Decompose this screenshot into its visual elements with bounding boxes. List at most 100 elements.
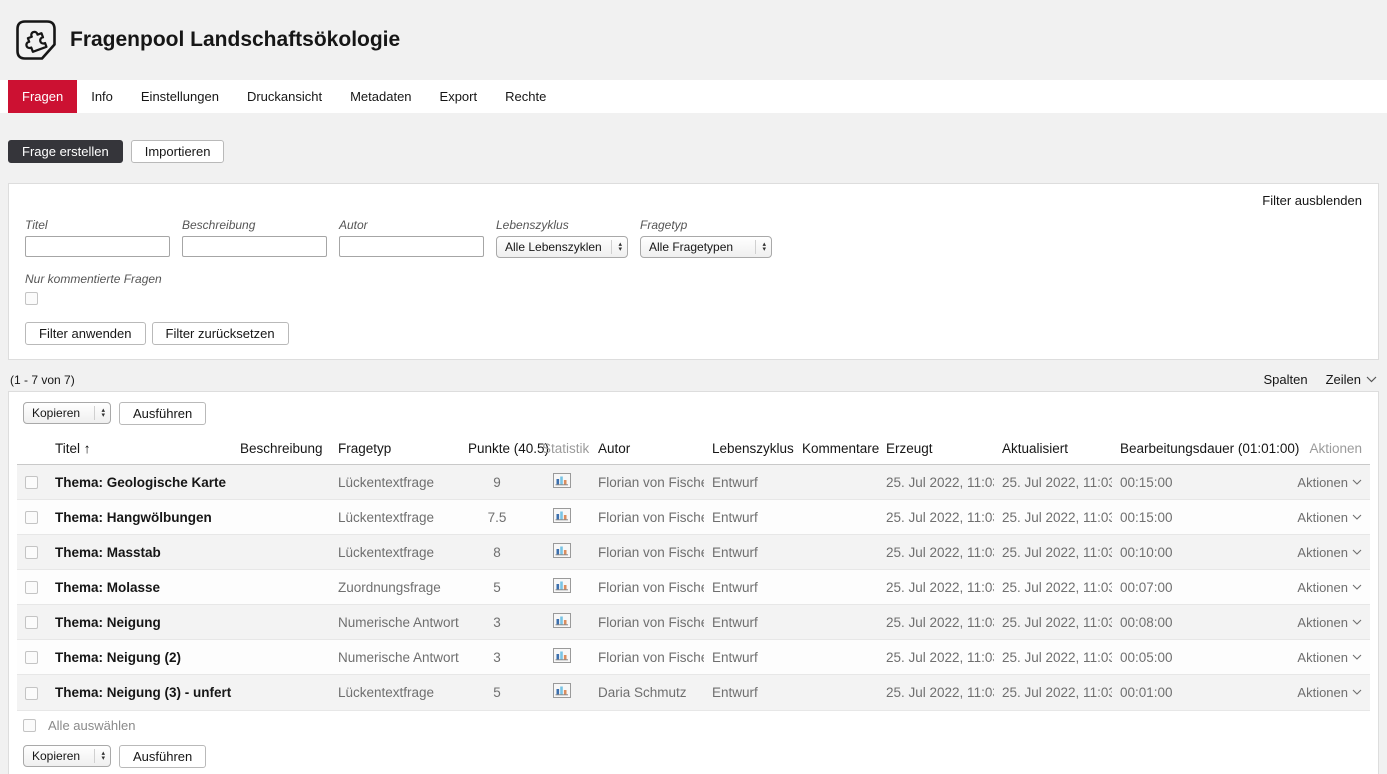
statistics-icon[interactable]: [553, 473, 571, 488]
tab-metadaten[interactable]: Metadaten: [336, 80, 425, 113]
bulk-action-select-top[interactable]: Kopieren ▴▾: [23, 402, 111, 424]
tab-druckansicht[interactable]: Druckansicht: [233, 80, 336, 113]
row-actions-label: Aktionen: [1297, 685, 1348, 700]
columns-dropdown[interactable]: Spalten: [1263, 372, 1307, 387]
header-aktualisiert[interactable]: Aktualisiert: [994, 433, 1112, 465]
header-aktionen: Aktionen: [1288, 433, 1370, 465]
row-checkbox[interactable]: [25, 476, 38, 489]
row-actions-dropdown[interactable]: Aktionen: [1297, 510, 1362, 525]
table-row: Thema: Masstab Lückentextfrage 8 Florian…: [17, 535, 1370, 570]
select-value: Alle Lebenszyklen: [505, 240, 602, 254]
filter-hide-link[interactable]: Filter ausblenden: [1262, 193, 1362, 208]
header-bearbeitungsdauer[interactable]: Bearbeitungsdauer (01:01:00): [1112, 433, 1288, 465]
row-checkbox[interactable]: [25, 511, 38, 524]
table-row: Thema: Neigung (2) Numerische Antwort 3 …: [17, 640, 1370, 675]
question-title-link[interactable]: Thema: Molasse: [47, 570, 232, 605]
cell-beschreibung: [232, 465, 330, 500]
select-all-checkbox[interactable]: [23, 719, 36, 732]
cell-kommentare: [794, 535, 878, 570]
header-punkte[interactable]: Punkte (40.5): [460, 433, 534, 465]
bulk-controls-bottom: Kopieren ▴▾ Ausführen: [23, 745, 1370, 768]
statistics-icon[interactable]: [553, 648, 571, 663]
chevron-down-icon: [1352, 654, 1362, 660]
statistics-icon[interactable]: [553, 543, 571, 558]
filter-checkbox-kommentierte[interactable]: [25, 292, 38, 305]
question-title-link[interactable]: Thema: Neigung: [47, 605, 232, 640]
chevron-down-icon: [1352, 689, 1362, 695]
question-table-container: Kopieren ▴▾ Ausführen Titel ↑ Beschreibu…: [8, 391, 1379, 774]
rows-dropdown-label: Zeilen: [1326, 372, 1361, 387]
header-erzeugt[interactable]: Erzeugt: [878, 433, 994, 465]
chevron-down-icon: [1352, 584, 1362, 590]
row-checkbox[interactable]: [25, 651, 38, 664]
chevron-down-icon: [1352, 619, 1362, 625]
question-title-link[interactable]: Thema: Masstab: [47, 535, 232, 570]
bulk-action-select-bottom[interactable]: Kopieren ▴▾: [23, 745, 111, 767]
tab-einstellungen[interactable]: Einstellungen: [127, 80, 233, 113]
filter-select-lebenszyklus[interactable]: Alle Lebenszyklen ▴▾: [496, 236, 628, 258]
cell-punkte: 3: [460, 605, 534, 640]
cell-aktualisiert: 25. Jul 2022, 11:03: [994, 605, 1112, 640]
tab-info[interactable]: Info: [77, 80, 127, 113]
question-title-link[interactable]: Thema: Geologische Karte: [47, 465, 232, 500]
header-fragetyp[interactable]: Fragetyp: [330, 433, 460, 465]
rows-dropdown[interactable]: Zeilen: [1326, 372, 1377, 387]
header-checkbox-spacer: [17, 433, 47, 465]
row-actions-dropdown[interactable]: Aktionen: [1297, 650, 1362, 665]
select-all-row: Alle auswählen: [17, 710, 1370, 741]
question-title-link[interactable]: Thema: Neigung (2): [47, 640, 232, 675]
filter-apply-button[interactable]: Filter anwenden: [25, 322, 146, 345]
import-button[interactable]: Importieren: [131, 140, 225, 163]
statistics-icon[interactable]: [553, 613, 571, 628]
cell-punkte: 5: [460, 570, 534, 605]
table-row: Thema: Geologische Karte Lückentextfrage…: [17, 465, 1370, 500]
row-checkbox[interactable]: [25, 616, 38, 629]
row-checkbox[interactable]: [25, 687, 38, 700]
row-checkbox[interactable]: [25, 581, 38, 594]
row-actions-dropdown[interactable]: Aktionen: [1297, 685, 1362, 700]
cell-autor: Daria Schmutz: [590, 675, 704, 710]
cell-bearbeitungsdauer: 00:01:00: [1112, 675, 1288, 710]
row-checkbox[interactable]: [25, 546, 38, 559]
header-autor[interactable]: Autor: [590, 433, 704, 465]
header-lebenszyklus[interactable]: Lebenszyklus: [704, 433, 794, 465]
row-actions-label: Aktionen: [1297, 545, 1348, 560]
header-kommentare[interactable]: Kommentare: [794, 433, 878, 465]
select-arrows-icon: ▴▾: [755, 240, 766, 254]
cell-aktualisiert: 25. Jul 2022, 11:03: [994, 465, 1112, 500]
tab-export[interactable]: Export: [426, 80, 492, 113]
execute-button-bottom[interactable]: Ausführen: [119, 745, 206, 768]
execute-button-top[interactable]: Ausführen: [119, 402, 206, 425]
header-beschreibung[interactable]: Beschreibung: [232, 433, 330, 465]
question-title-link[interactable]: Thema: Hangwölbungen: [47, 500, 232, 535]
question-title-link[interactable]: Thema: Neigung (3) - unfertig: [47, 675, 232, 710]
statistics-icon[interactable]: [553, 578, 571, 593]
cell-fragetyp: Lückentextfrage: [330, 675, 460, 710]
row-actions-dropdown[interactable]: Aktionen: [1297, 615, 1362, 630]
row-actions-dropdown[interactable]: Aktionen: [1297, 475, 1362, 490]
cell-beschreibung: [232, 535, 330, 570]
cell-erzeugt: 25. Jul 2022, 11:03: [878, 640, 994, 675]
cell-erzeugt: 25. Jul 2022, 11:03: [878, 570, 994, 605]
cell-kommentare: [794, 465, 878, 500]
filter-input-autor[interactable]: [339, 236, 484, 257]
cell-bearbeitungsdauer: 00:10:00: [1112, 535, 1288, 570]
row-actions-dropdown[interactable]: Aktionen: [1297, 580, 1362, 595]
create-question-button[interactable]: Frage erstellen: [8, 140, 123, 163]
filter-select-fragetyp[interactable]: Alle Fragetypen ▴▾: [640, 236, 772, 258]
statistics-icon[interactable]: [553, 683, 571, 698]
cell-lebenszyklus: Entwurf: [704, 535, 794, 570]
bulk-controls-top: Kopieren ▴▾ Ausführen: [23, 402, 1370, 425]
row-actions-dropdown[interactable]: Aktionen: [1297, 545, 1362, 560]
cell-beschreibung: [232, 605, 330, 640]
filter-reset-button[interactable]: Filter zurücksetzen: [152, 322, 289, 345]
header-titel[interactable]: Titel ↑: [47, 433, 232, 465]
cell-erzeugt: 25. Jul 2022, 11:03: [878, 465, 994, 500]
cell-punkte: 9: [460, 465, 534, 500]
filter-input-beschreibung[interactable]: [182, 236, 327, 257]
statistics-icon[interactable]: [553, 508, 571, 523]
tab-fragen[interactable]: Fragen: [8, 80, 77, 113]
tab-rechte[interactable]: Rechte: [491, 80, 560, 113]
filter-input-titel[interactable]: [25, 236, 170, 257]
cell-autor: Florian von Fischer: [590, 640, 704, 675]
